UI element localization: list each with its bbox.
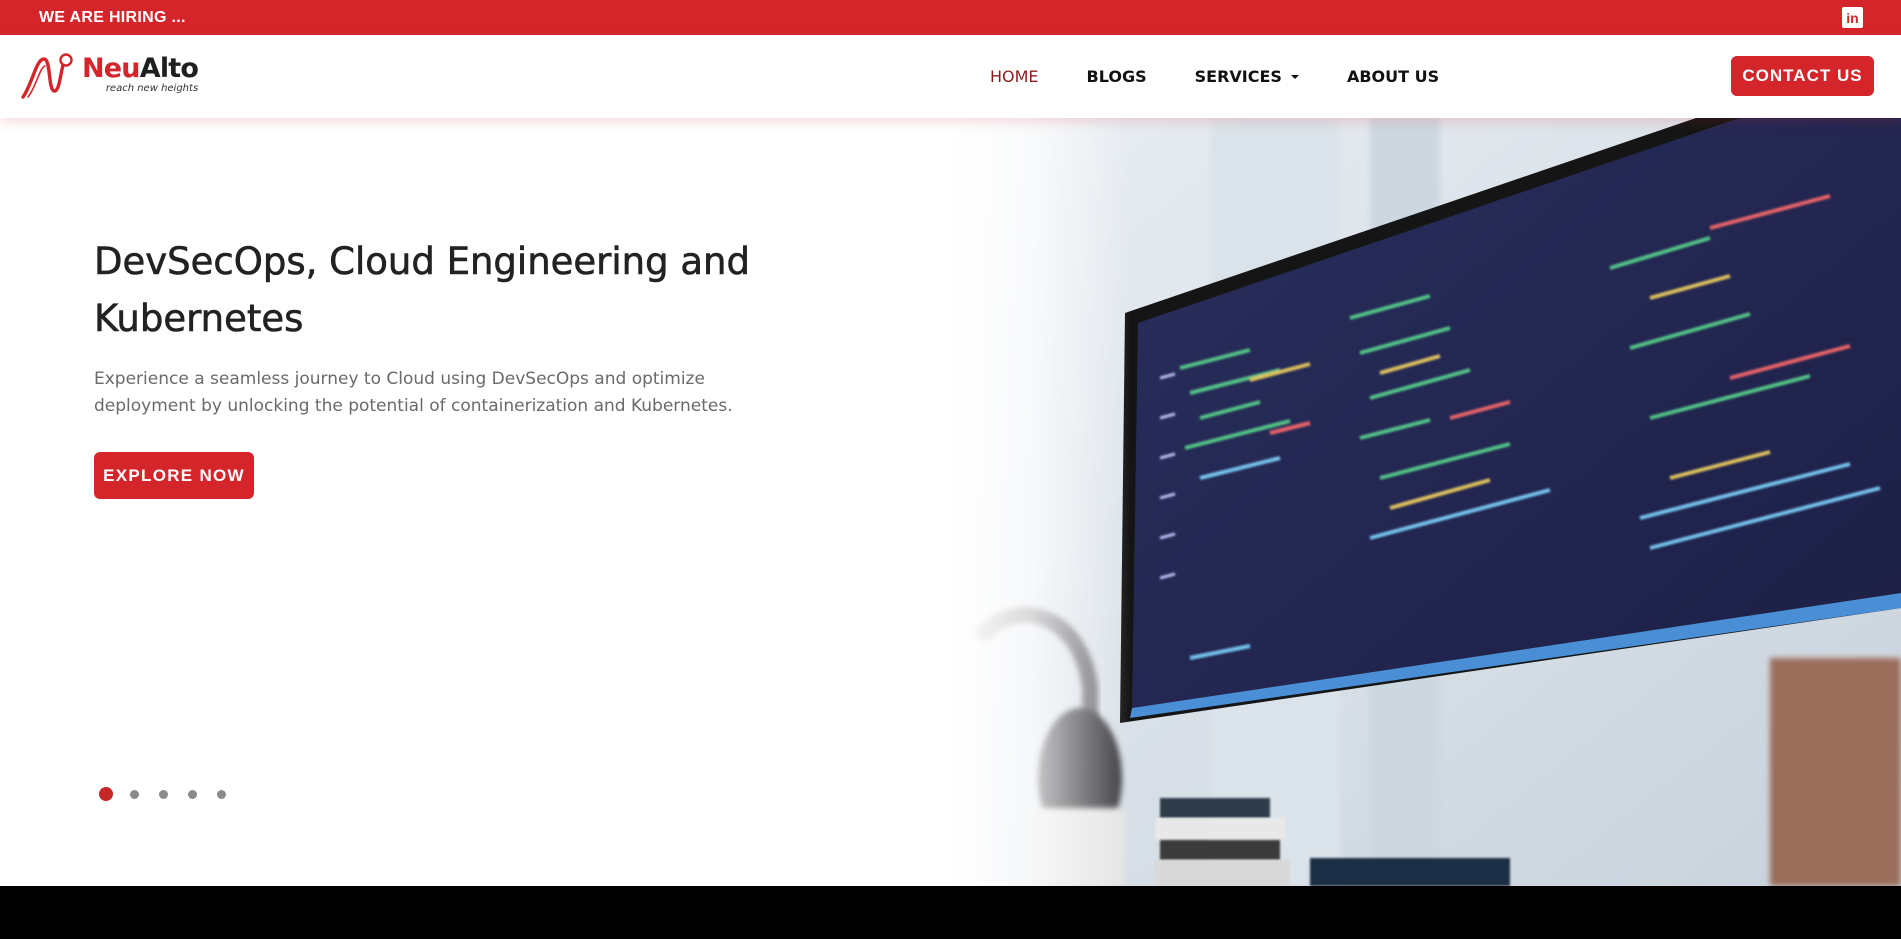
- logo-name: NeuAlto: [82, 53, 199, 84]
- top-announcement-bar: WE ARE HIRING ... in: [0, 0, 1901, 35]
- contact-us-button[interactable]: CONTACT US: [1731, 56, 1874, 96]
- site-header: NeuAlto reach new heights HOME BLOGS SER…: [0, 35, 1901, 118]
- linkedin-icon[interactable]: in: [1842, 7, 1863, 28]
- bottom-black-bar: [0, 886, 1901, 939]
- carousel-dot-3[interactable]: [159, 789, 168, 799]
- nav-about-us[interactable]: ABOUT US: [1347, 67, 1439, 86]
- logo-mark-icon: [21, 53, 73, 99]
- logo[interactable]: NeuAlto reach new heights: [20, 51, 199, 101]
- nav-services[interactable]: SERVICES: [1195, 67, 1299, 86]
- carousel-indicators: [99, 787, 246, 801]
- hiring-link[interactable]: WE ARE HIRING ...: [39, 9, 186, 27]
- linkedin-glyph: in: [1846, 9, 1859, 26]
- carousel-dot-2[interactable]: [130, 789, 139, 799]
- logo-tagline: reach new heights: [105, 83, 199, 94]
- logo-text: NeuAlto reach new heights: [82, 53, 199, 94]
- hero-image-fade: [950, 118, 1130, 886]
- main-nav: HOME BLOGS SERVICES ABOUT US: [990, 35, 1487, 118]
- nav-home[interactable]: HOME: [990, 67, 1039, 86]
- chevron-down-icon: [1290, 74, 1299, 79]
- carousel-dot-5[interactable]: [217, 789, 226, 799]
- hero-title: DevSecOps, Cloud Engineering and Kuberne…: [94, 240, 751, 341]
- hero-description: Experience a seamless journey to Cloud u…: [94, 369, 733, 416]
- carousel-dot-4[interactable]: [188, 789, 197, 799]
- nav-blogs[interactable]: BLOGS: [1087, 67, 1147, 86]
- carousel-dot-1[interactable]: [99, 787, 113, 801]
- explore-now-button[interactable]: EXPLORE NOW: [94, 452, 254, 499]
- hero-section: DevSecOps, Cloud Engineering and Kuberne…: [0, 118, 1901, 886]
